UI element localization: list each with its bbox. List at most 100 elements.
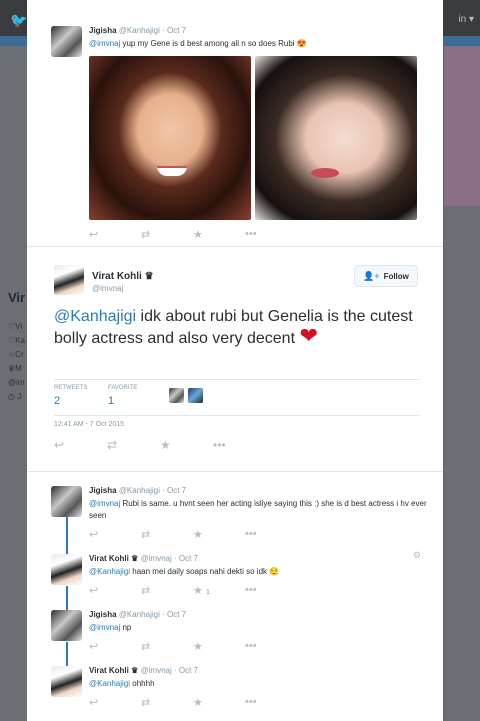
tweet-actions: ↩ ⇄ ★ ••• xyxy=(54,438,266,452)
mention-link[interactable]: @Kanhajigi xyxy=(89,679,130,688)
tweet-stats: RETWEETS 2 FAVORITE 1 xyxy=(54,379,420,416)
favorites-stat[interactable]: FAVORITE 1 xyxy=(108,385,137,407)
tweet-header: Jigisha @Kanhajigi · Oct 7 xyxy=(89,26,431,35)
background-photo xyxy=(444,46,480,206)
avatar[interactable] xyxy=(51,26,82,57)
favorite-icon[interactable]: ★ xyxy=(193,228,245,241)
avatar[interactable] xyxy=(51,486,82,517)
more-icon[interactable]: ••• xyxy=(245,584,297,597)
crown-icon: ♛ xyxy=(144,271,154,282)
author-handle[interactable]: @Kanhajigi xyxy=(119,610,160,619)
background-side-item: ♡Vi xyxy=(8,322,23,331)
tweet-body: np xyxy=(120,623,132,632)
gear-icon[interactable]: ⚙ xyxy=(413,550,421,561)
avatar[interactable] xyxy=(51,666,82,697)
heart-icon: ❤ xyxy=(299,323,318,348)
tweet-actions: ↩ ⇄ ★ ••• xyxy=(89,696,431,709)
tweet-header: Jigisha @Kanhajigi · Oct 7 xyxy=(89,610,431,619)
tweet-text: @Kanhajigi idk about rubi but Genelia is… xyxy=(54,306,414,349)
mention-link[interactable]: @Kanhajigi xyxy=(54,308,136,325)
tweet-actions: ↩ ⇄ ★ 1 ••• xyxy=(89,584,431,597)
more-icon[interactable]: ••• xyxy=(245,640,297,653)
reply-tweet[interactable]: Virat Kohli ♛ @imvnaj · Oct 7 @Kanhajigi… xyxy=(27,658,443,715)
reply-icon[interactable]: ↩ xyxy=(54,438,107,452)
favoriter-avatar[interactable] xyxy=(188,388,203,403)
author-name[interactable]: Virat Kohli ♛ xyxy=(89,554,138,563)
favorite-icon[interactable]: ★ xyxy=(193,528,245,541)
tweet-text: @imvnaj yup my Gene is d best among all … xyxy=(89,38,431,50)
favorites-label: FAVORITE xyxy=(108,385,138,391)
twitter-logo-icon: 🐦 xyxy=(10,12,28,28)
mention-link[interactable]: @imvnaj xyxy=(89,623,120,632)
tweet-actions: ↩ ⇄ ★ ••• xyxy=(89,528,431,541)
author-name[interactable]: Jigisha xyxy=(89,26,117,35)
retweets-stat[interactable]: RETWEETS 2 xyxy=(54,385,87,407)
reply-icon[interactable]: ↩ xyxy=(89,528,141,541)
author-name[interactable]: Virat Kohli ♛ xyxy=(89,666,138,675)
author-handle[interactable]: @Kanhajigi xyxy=(119,486,160,495)
tweet-time[interactable]: · Oct 7 xyxy=(162,486,186,495)
author-handle[interactable]: @Kanhajigi xyxy=(119,26,160,35)
reply-icon[interactable]: ↩ xyxy=(89,640,141,653)
avatar[interactable] xyxy=(54,265,84,295)
retweet-icon[interactable]: ⇄ xyxy=(141,584,193,597)
main-tweet: Virat Kohli ♛ @imvnaj 👤+ Follow @Kanhaji… xyxy=(27,246,443,472)
more-icon[interactable]: ••• xyxy=(213,438,266,452)
photo-detail xyxy=(157,166,187,176)
tweet-photo[interactable] xyxy=(255,56,417,220)
favorite-icon[interactable]: ★ xyxy=(193,640,245,653)
mention-link[interactable]: @imvnaj xyxy=(89,499,120,508)
more-icon[interactable]: ••• xyxy=(245,228,297,241)
tweet-body: yup my Gene is d best among all n so doe… xyxy=(120,39,307,48)
tweet-actions: ↩ ⇄ ★ ••• xyxy=(89,228,431,241)
author-name[interactable]: Virat Kohli ♛ xyxy=(92,271,154,282)
retweet-icon[interactable]: ⇄ xyxy=(141,640,193,653)
retweet-icon[interactable]: ⇄ xyxy=(141,696,193,709)
tweet-photo[interactable] xyxy=(89,56,251,220)
follow-icon: 👤+ xyxy=(363,270,380,281)
background-profile-name: Vir xyxy=(8,290,26,305)
mention-link[interactable]: @Kanhajigi xyxy=(89,567,130,576)
follow-label: Follow xyxy=(383,271,409,281)
author-handle[interactable]: @imvnaj xyxy=(141,554,172,563)
author-handle[interactable]: @imvnaj xyxy=(92,284,123,293)
tweet-time[interactable]: · Oct 7 xyxy=(174,554,198,563)
tweet-time[interactable]: · Oct 7 xyxy=(162,610,186,619)
context-tweet[interactable]: Jigisha @Kanhajigi · Oct 7 @imvnaj yup m… xyxy=(27,18,443,247)
reply-tweet[interactable]: ⚙ Virat Kohli ♛ @imvnaj · Oct 7 @Kanhaji… xyxy=(27,546,443,603)
reply-icon[interactable]: ↩ xyxy=(89,228,141,241)
tweet-text: @imvnaj np xyxy=(89,622,431,634)
retweets-count: 2 xyxy=(54,395,61,407)
tweet-text: @Kanhajigi haan mei daily soaps nahi dek… xyxy=(89,566,431,578)
reply-icon[interactable]: ↩ xyxy=(89,696,141,709)
favorite-icon[interactable]: ★ 1 xyxy=(193,584,245,597)
reply-tweet[interactable]: Jigisha @Kanhajigi · Oct 7 @imvnaj np ↩ … xyxy=(27,602,443,659)
tweet-time[interactable]: · Oct 7 xyxy=(162,26,186,35)
favorite-icon[interactable]: ★ xyxy=(160,438,213,452)
favorite-icon[interactable]: ★ xyxy=(193,696,245,709)
background-side-item: ◷ J xyxy=(8,392,22,401)
reply-icon[interactable]: ↩ xyxy=(89,584,141,597)
retweet-icon[interactable]: ⇄ xyxy=(107,438,160,452)
favoriter-avatar[interactable] xyxy=(169,388,184,403)
follow-button[interactable]: 👤+ Follow xyxy=(354,265,418,287)
tweet-actions: ↩ ⇄ ★ ••• xyxy=(89,640,431,653)
more-icon[interactable]: ••• xyxy=(245,528,297,541)
replies-list: Jigisha @Kanhajigi · Oct 7 @imvnaj Rubi … xyxy=(27,474,443,721)
author-name[interactable]: Jigisha xyxy=(89,486,117,495)
avatar[interactable] xyxy=(51,554,82,585)
author-name[interactable]: Jigisha xyxy=(89,610,117,619)
retweet-icon[interactable]: ⇄ xyxy=(141,228,193,241)
favorite-count: 1 xyxy=(205,589,210,596)
avatar[interactable] xyxy=(51,610,82,641)
mention-link[interactable]: @imvnaj xyxy=(89,39,120,48)
tweet-text: @imvnaj Rubi is same. u hvnt seen her ac… xyxy=(89,498,429,522)
tweet-header: Jigisha @Kanhajigi · Oct 7 xyxy=(89,486,431,495)
more-icon[interactable]: ••• xyxy=(245,696,297,709)
author-handle[interactable]: @imvnaj xyxy=(141,666,172,675)
reply-tweet[interactable]: Jigisha @Kanhajigi · Oct 7 @imvnaj Rubi … xyxy=(27,478,443,547)
retweet-icon[interactable]: ⇄ xyxy=(141,528,193,541)
background-side-item: ♡Ka xyxy=(8,336,25,345)
tweet-text: @Kanhajigi ohhhh xyxy=(89,678,431,690)
tweet-time[interactable]: · Oct 7 xyxy=(174,666,198,675)
